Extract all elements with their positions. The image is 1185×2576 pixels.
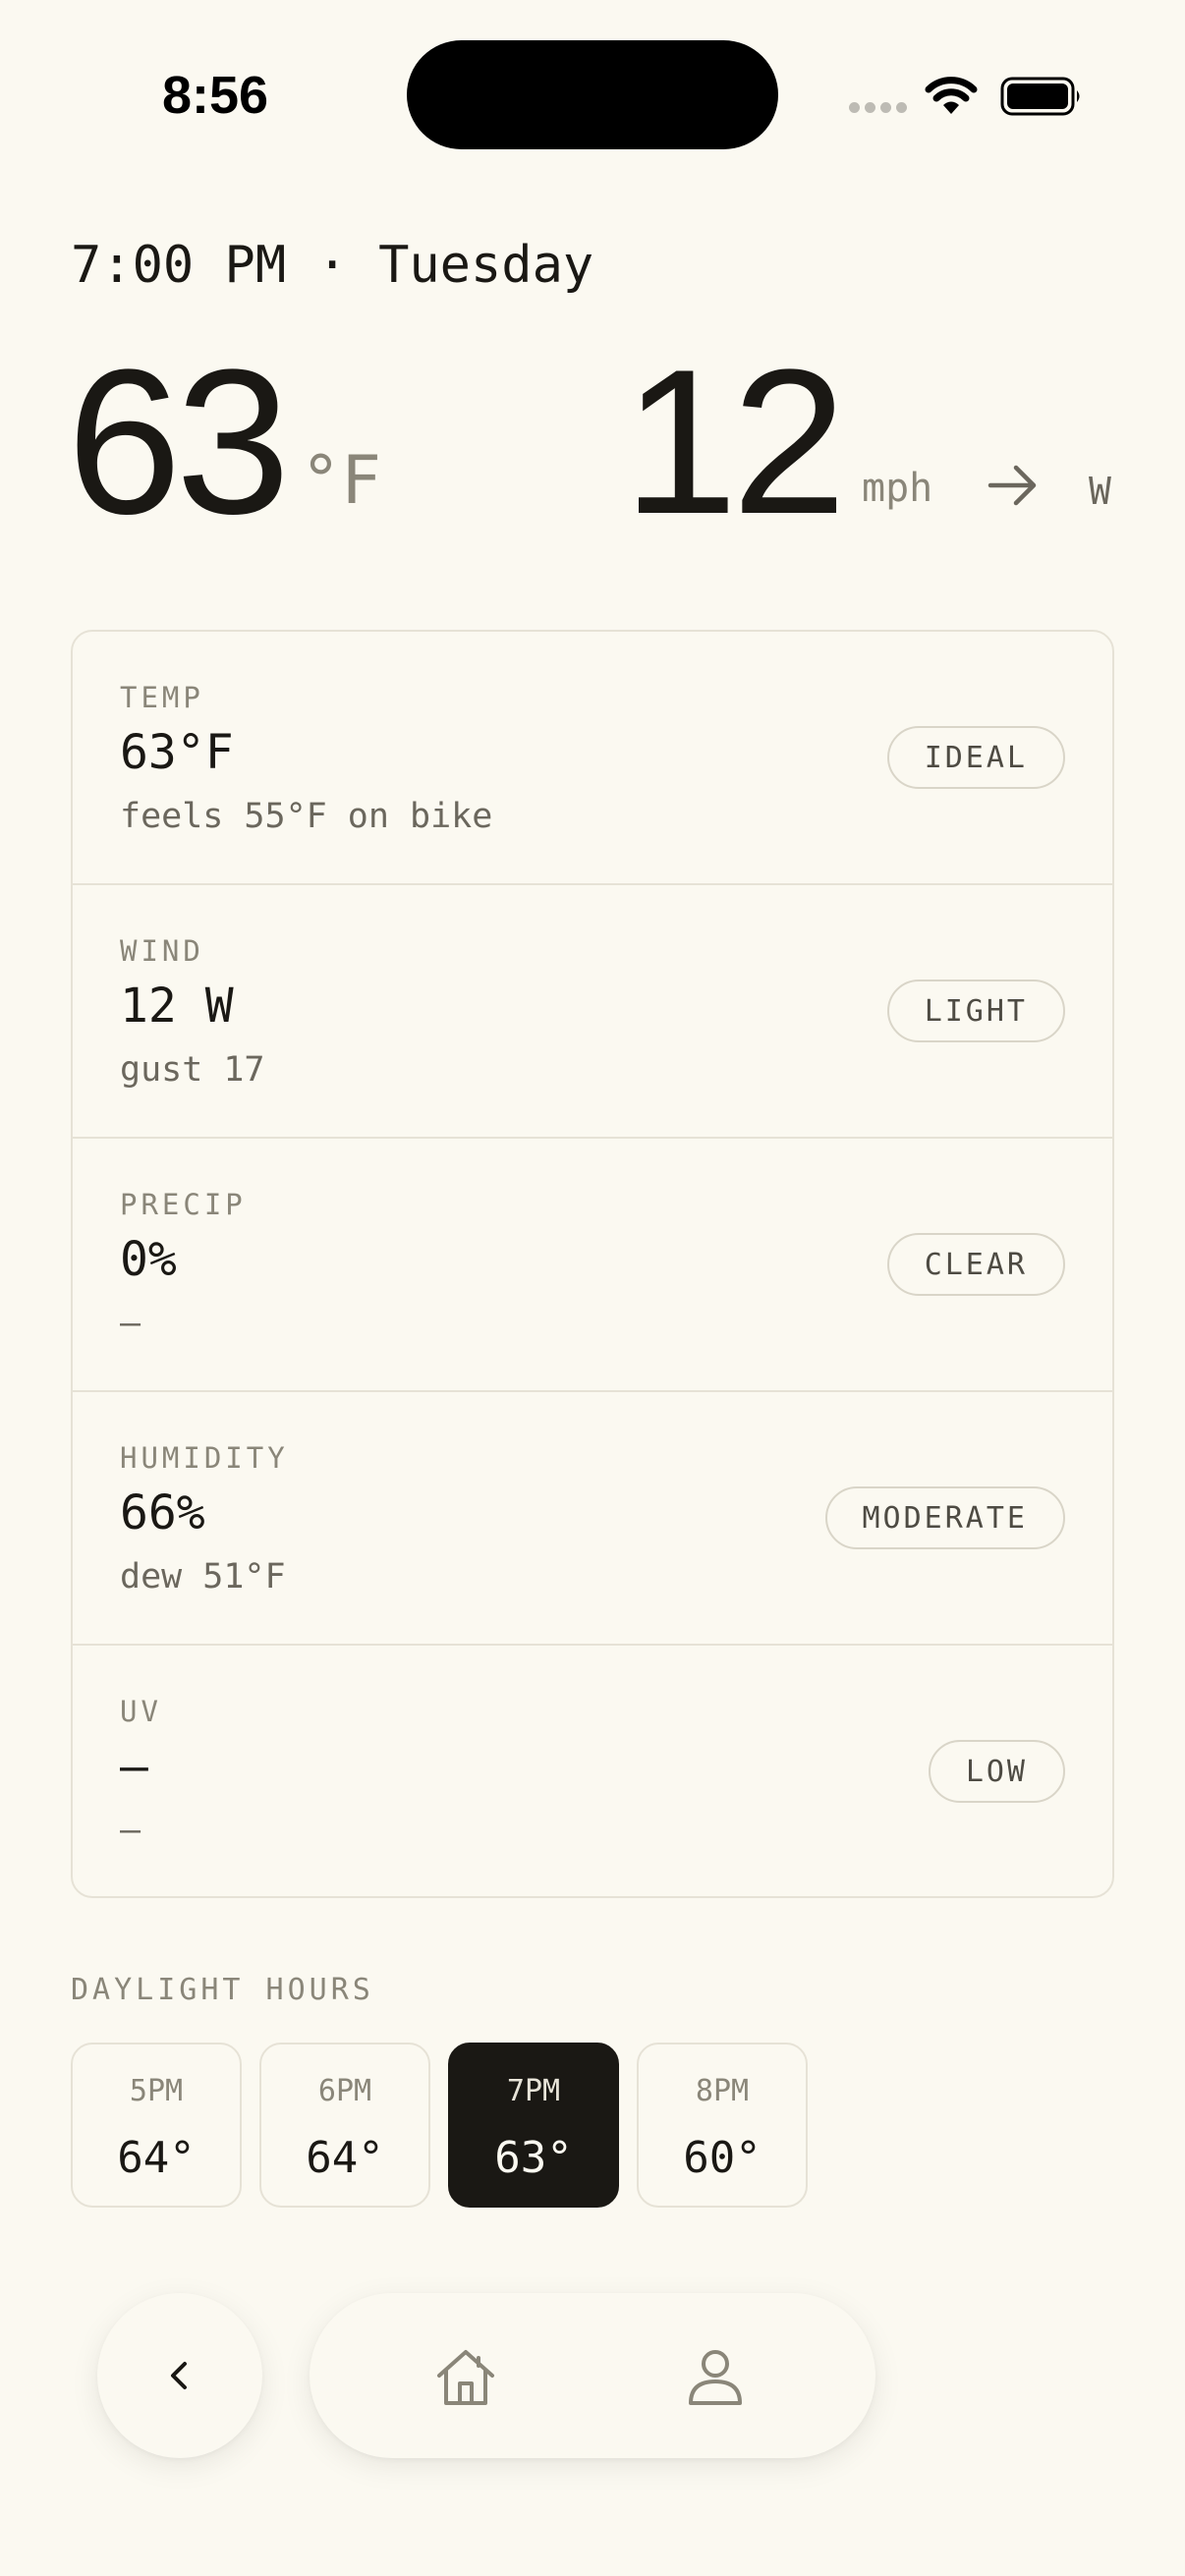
home-icon[interactable] <box>433 2344 498 2409</box>
wind-direction: W <box>1089 470 1111 513</box>
condition-row-humidity: HUMIDITY 66% dew 51°F MODERATE <box>73 1392 1112 1646</box>
condition-row-temp: TEMP 63°F feels 55°F on bike IDEAL <box>73 632 1112 885</box>
condition-label: HUMIDITY <box>120 1441 289 1475</box>
hour-time: 6PM <box>317 2074 372 2108</box>
hour-time: 7PM <box>506 2074 561 2108</box>
datetime-label: 7:00 PM · Tuesday <box>71 236 594 295</box>
user-icon[interactable] <box>683 2344 748 2409</box>
condition-label: WIND <box>120 934 204 968</box>
condition-value: — <box>120 1739 148 1794</box>
condition-value: 12 W <box>120 979 234 1034</box>
hour-temperature: 63° <box>494 2133 573 2183</box>
back-button[interactable] <box>97 2293 262 2458</box>
wind-unit: mph <box>862 466 933 511</box>
temperature-unit: °F <box>301 442 381 520</box>
status-badge: LIGHT <box>886 980 1065 1042</box>
condition-label: TEMP <box>120 681 204 714</box>
hour-card-6pm[interactable]: 6PM 64° <box>259 2043 430 2208</box>
hour-card-8pm[interactable]: 8PM 60° <box>637 2043 808 2208</box>
hour-temperature: 64° <box>306 2133 384 2183</box>
condition-row-uv: UV — — LOW <box>73 1646 1112 1896</box>
battery-icon <box>1000 77 1080 116</box>
bottom-nav <box>310 2293 875 2458</box>
status-badge: MODERATE <box>824 1486 1065 1549</box>
condition-detail: — <box>120 1811 141 1850</box>
condition-value: 0% <box>120 1232 177 1287</box>
status-badge: CLEAR <box>886 1233 1065 1296</box>
current-wind-speed: 12 <box>623 326 847 557</box>
condition-label: UV <box>120 1695 162 1728</box>
condition-detail: feels 55°F on bike <box>120 797 493 836</box>
hourly-strip: 5PM 64° 6PM 64° 7PM 63° 8PM 60° <box>71 2043 808 2208</box>
arrow-right-icon <box>988 465 1037 506</box>
hour-card-7pm-selected[interactable]: 7PM 63° <box>448 2043 619 2208</box>
chevron-left-icon <box>171 2362 187 2389</box>
condition-detail: dew 51°F <box>120 1557 286 1596</box>
wifi-icon <box>925 77 978 114</box>
conditions-card: TEMP 63°F feels 55°F on bike IDEAL WIND … <box>71 630 1114 1898</box>
hour-temperature: 64° <box>117 2133 196 2183</box>
hour-temperature: 60° <box>683 2133 762 2183</box>
current-temperature: 63 <box>67 326 291 557</box>
hour-card-5pm[interactable]: 5PM 64° <box>71 2043 242 2208</box>
hour-time: 8PM <box>695 2074 750 2108</box>
condition-detail: — <box>120 1304 141 1343</box>
hour-time: 5PM <box>129 2074 184 2108</box>
status-time: 8:56 <box>162 66 269 125</box>
cellular-signal-icon <box>849 102 907 113</box>
dynamic-island <box>407 40 778 149</box>
condition-value: 66% <box>120 1485 205 1540</box>
condition-detail: gust 17 <box>120 1050 265 1090</box>
status-badge: LOW <box>928 1740 1065 1803</box>
condition-row-wind: WIND 12 W gust 17 LIGHT <box>73 885 1112 1139</box>
daylight-hours-title: DAYLIGHT HOURS <box>71 1973 374 2007</box>
condition-value: 63°F <box>120 725 234 780</box>
status-badge: IDEAL <box>886 726 1065 789</box>
condition-row-precip: PRECIP 0% — CLEAR <box>73 1139 1112 1392</box>
condition-label: PRECIP <box>120 1188 247 1221</box>
